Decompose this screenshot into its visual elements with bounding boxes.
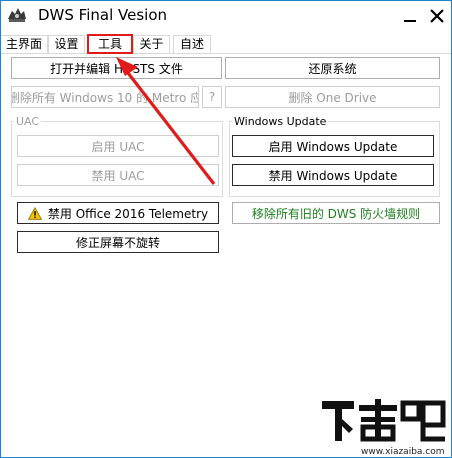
remove-firewall-rules-button[interactable]: 移除所有旧的 DWS 防火墙规则 xyxy=(232,202,440,224)
fix-screen-rotation-button[interactable]: 修正屏幕不旋转 xyxy=(17,231,219,253)
remove-metro-apps-button[interactable]: 删除所有 Windows 10 的 Metro 应 xyxy=(11,86,199,108)
minimize-icon xyxy=(404,20,416,22)
uac-group-label: UAC xyxy=(14,115,42,128)
tab-tools[interactable]: 工具 xyxy=(87,34,133,54)
windows-update-group-label: Windows Update xyxy=(232,115,329,128)
edit-hosts-button[interactable]: 打开并编辑 HOSTS 文件 xyxy=(11,57,222,79)
tab-settings[interactable]: 设置 xyxy=(48,35,85,53)
disable-office-telemetry-button[interactable]: 禁用 Office 2016 Telemetry xyxy=(17,202,219,224)
title-bar: DWS Final Vesion xyxy=(1,1,451,31)
disable-uac-button[interactable]: 禁用 UAC xyxy=(17,164,219,186)
remove-onedrive-button[interactable]: 删除 One Drive xyxy=(225,86,440,108)
tab-about[interactable]: 关于 xyxy=(133,35,170,53)
close-icon xyxy=(430,9,444,23)
enable-uac-button[interactable]: 启用 UAC xyxy=(17,135,219,157)
close-button[interactable] xyxy=(425,5,449,27)
window-title: DWS Final Vesion xyxy=(38,6,168,24)
dws-app-icon xyxy=(8,8,26,22)
tab-strip: 主界面 设置 工具 关于 自述 xyxy=(1,34,451,54)
help-button[interactable]: ? xyxy=(202,86,222,108)
restore-system-button[interactable]: 还原系统 xyxy=(225,57,440,79)
watermark-url: www.xiazaiba.com xyxy=(361,447,445,457)
disable-windows-update-button[interactable]: 禁用 Windows Update xyxy=(232,164,434,186)
enable-windows-update-button[interactable]: 启用 Windows Update xyxy=(232,135,434,157)
disable-office-telemetry-label: 禁用 Office 2016 Telemetry xyxy=(47,206,209,221)
warning-icon xyxy=(27,206,42,220)
app-window: DWS Final Vesion 主界面 设置 工具 关于 自述 打开并编辑 H… xyxy=(0,0,452,458)
tab-main[interactable]: 主界面 xyxy=(1,35,48,53)
tools-panel xyxy=(1,53,451,458)
minimize-button[interactable] xyxy=(398,5,422,27)
tab-readme[interactable]: 自述 xyxy=(173,35,211,53)
